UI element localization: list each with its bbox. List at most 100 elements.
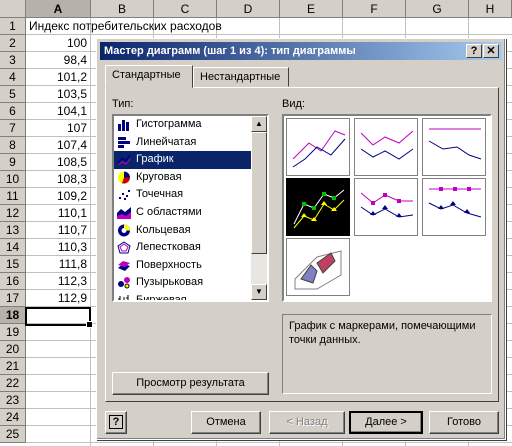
column-header-e[interactable]: E bbox=[280, 0, 343, 18]
row-header-7[interactable]: 7 bbox=[0, 120, 26, 137]
bubble-chart-icon bbox=[118, 277, 130, 289]
chart-wizard-dialog: Мастер диаграмм (шаг 1 из 4): тип диагра… bbox=[96, 38, 506, 440]
chart-type-item[interactable]: Поверхность bbox=[114, 257, 267, 275]
column-header-f[interactable]: F bbox=[343, 0, 406, 18]
row-header-25[interactable]: 25 bbox=[0, 426, 26, 443]
subtype-100-line[interactable] bbox=[422, 118, 486, 176]
scroll-up-button[interactable]: ▲ bbox=[251, 116, 267, 132]
column-header-c[interactable]: C bbox=[154, 0, 217, 18]
subtype-stacked-line[interactable] bbox=[354, 118, 418, 176]
column-header-g[interactable]: G bbox=[406, 0, 469, 18]
cell-a14[interactable]: 110,3 bbox=[26, 239, 87, 256]
chart-type-item[interactable]: Пузырьковая bbox=[114, 274, 267, 292]
chart-type-label: Точечная bbox=[136, 188, 184, 201]
scroll-down-button[interactable]: ▼ bbox=[251, 284, 267, 300]
stock-chart-icon bbox=[118, 294, 129, 300]
chart-type-item[interactable]: Гистограмма bbox=[114, 116, 267, 134]
cell-a13[interactable]: 110,7 bbox=[26, 222, 87, 239]
subtype-stacked-markers[interactable] bbox=[354, 178, 418, 236]
subtype-line[interactable] bbox=[286, 118, 350, 176]
row-header-16[interactable]: 16 bbox=[0, 273, 26, 290]
row-header-23[interactable]: 23 bbox=[0, 392, 26, 409]
title-help-button[interactable]: ? bbox=[466, 44, 482, 58]
close-button[interactable]: ✕ bbox=[483, 44, 499, 58]
row-header-8[interactable]: 8 bbox=[0, 137, 26, 154]
cell-a17[interactable]: 112,9 bbox=[26, 290, 87, 307]
row-header-6[interactable]: 6 bbox=[0, 103, 26, 120]
subtype-100-markers[interactable] bbox=[422, 178, 486, 236]
cancel-button[interactable]: Отмена bbox=[191, 411, 261, 434]
row-header-3[interactable]: 3 bbox=[0, 52, 26, 69]
preview-button[interactable]: Просмотр результата bbox=[112, 372, 269, 395]
subtype-line-markers[interactable] bbox=[286, 178, 350, 236]
tab-standard[interactable]: Стандартные bbox=[105, 65, 193, 88]
cell-a9[interactable]: 108,5 bbox=[26, 154, 87, 171]
subtype-3d-line[interactable] bbox=[286, 238, 350, 296]
cell-a16[interactable]: 112,3 bbox=[26, 273, 87, 290]
row-header-4[interactable]: 4 bbox=[0, 69, 26, 86]
chart-type-item[interactable]: Точечная bbox=[114, 186, 267, 204]
cell-a10[interactable]: 108,3 bbox=[26, 171, 87, 188]
list-scrollbar[interactable]: ▲ ▼ bbox=[251, 116, 267, 300]
bar-chart-icon bbox=[118, 136, 130, 148]
chart-type-label: График bbox=[136, 153, 174, 166]
chart-type-item[interactable]: Круговая bbox=[114, 169, 267, 187]
cell-a11[interactable]: 109,2 bbox=[26, 188, 87, 205]
dialog-title: Мастер диаграмм (шаг 1 из 4): тип диагра… bbox=[104, 45, 356, 57]
row-header-20[interactable]: 20 bbox=[0, 341, 26, 358]
chart-type-item[interactable]: Лепестковая bbox=[114, 239, 267, 257]
active-cell-a18[interactable] bbox=[25, 307, 93, 328]
chart-type-item[interactable]: Кольцевая bbox=[114, 222, 267, 240]
cell-a6[interactable]: 104,1 bbox=[26, 103, 87, 120]
row-header-24[interactable]: 24 bbox=[0, 409, 26, 426]
help-button[interactable]: ? bbox=[105, 411, 127, 434]
chart-type-item[interactable]: График bbox=[114, 151, 267, 169]
column-header-d[interactable]: D bbox=[217, 0, 280, 18]
help-icon: ? bbox=[108, 415, 124, 429]
chart-type-item[interactable]: Линейчатая bbox=[114, 134, 267, 152]
fill-handle[interactable] bbox=[86, 321, 93, 328]
row-header-18[interactable]: 18 bbox=[0, 307, 26, 324]
chart-type-label: Кольцевая bbox=[136, 223, 191, 236]
row-header-19[interactable]: 19 bbox=[0, 324, 26, 341]
cell-a2[interactable]: 100 bbox=[26, 35, 87, 52]
finish-button[interactable]: Готово bbox=[429, 411, 499, 434]
row-header-13[interactable]: 13 bbox=[0, 222, 26, 239]
pie-chart-icon bbox=[118, 171, 131, 184]
next-button[interactable]: Далее > bbox=[349, 411, 423, 434]
dialog-titlebar[interactable]: Мастер диаграмм (шаг 1 из 4): тип диагра… bbox=[100, 42, 502, 60]
row-header-15[interactable]: 15 bbox=[0, 256, 26, 273]
select-all-corner[interactable] bbox=[0, 0, 26, 18]
row-header-11[interactable]: 11 bbox=[0, 188, 26, 205]
row-header-12[interactable]: 12 bbox=[0, 205, 26, 222]
cell-a5[interactable]: 103,5 bbox=[26, 86, 87, 103]
row-header-10[interactable]: 10 bbox=[0, 171, 26, 188]
row-header-14[interactable]: 14 bbox=[0, 239, 26, 256]
column-header-a[interactable]: A bbox=[26, 0, 91, 18]
back-button[interactable]: < Назад bbox=[269, 411, 345, 434]
row-header-21[interactable]: 21 bbox=[0, 358, 26, 375]
row-header-9[interactable]: 9 bbox=[0, 154, 26, 171]
cell-a12[interactable]: 110,1 bbox=[26, 205, 87, 222]
column-header-h[interactable]: H bbox=[469, 0, 512, 18]
line-subtype-icon bbox=[292, 130, 346, 168]
row-header-22[interactable]: 22 bbox=[0, 375, 26, 392]
cell-a3[interactable]: 98,4 bbox=[26, 52, 87, 69]
row-header-1[interactable]: 1 bbox=[0, 18, 26, 35]
cell-a4[interactable]: 101,2 bbox=[26, 69, 87, 86]
cell-a7[interactable]: 107 bbox=[26, 120, 87, 137]
row-header-17[interactable]: 17 bbox=[0, 290, 26, 307]
chart-type-list[interactable]: Гистограмма Линейчатая График Круговая Точеч… bbox=[112, 114, 269, 302]
chart-type-item[interactable]: Биржевая bbox=[114, 292, 267, 300]
scroll-thumb[interactable] bbox=[251, 132, 267, 254]
tab-custom[interactable]: Нестандартные bbox=[193, 67, 289, 87]
row-header-2[interactable]: 2 bbox=[0, 35, 26, 52]
cell-a15[interactable]: 111,8 bbox=[26, 256, 87, 273]
row-header-5[interactable]: 5 bbox=[0, 86, 26, 103]
column-header-b[interactable]: B bbox=[91, 0, 154, 18]
cell-a1[interactable]: Индекс потребительских расходов bbox=[29, 18, 222, 35]
type-label: Тип: bbox=[112, 98, 134, 110]
chart-type-item[interactable]: С областями bbox=[114, 204, 267, 222]
view-label: Вид: bbox=[282, 98, 305, 110]
cell-a8[interactable]: 107,4 bbox=[26, 137, 87, 154]
